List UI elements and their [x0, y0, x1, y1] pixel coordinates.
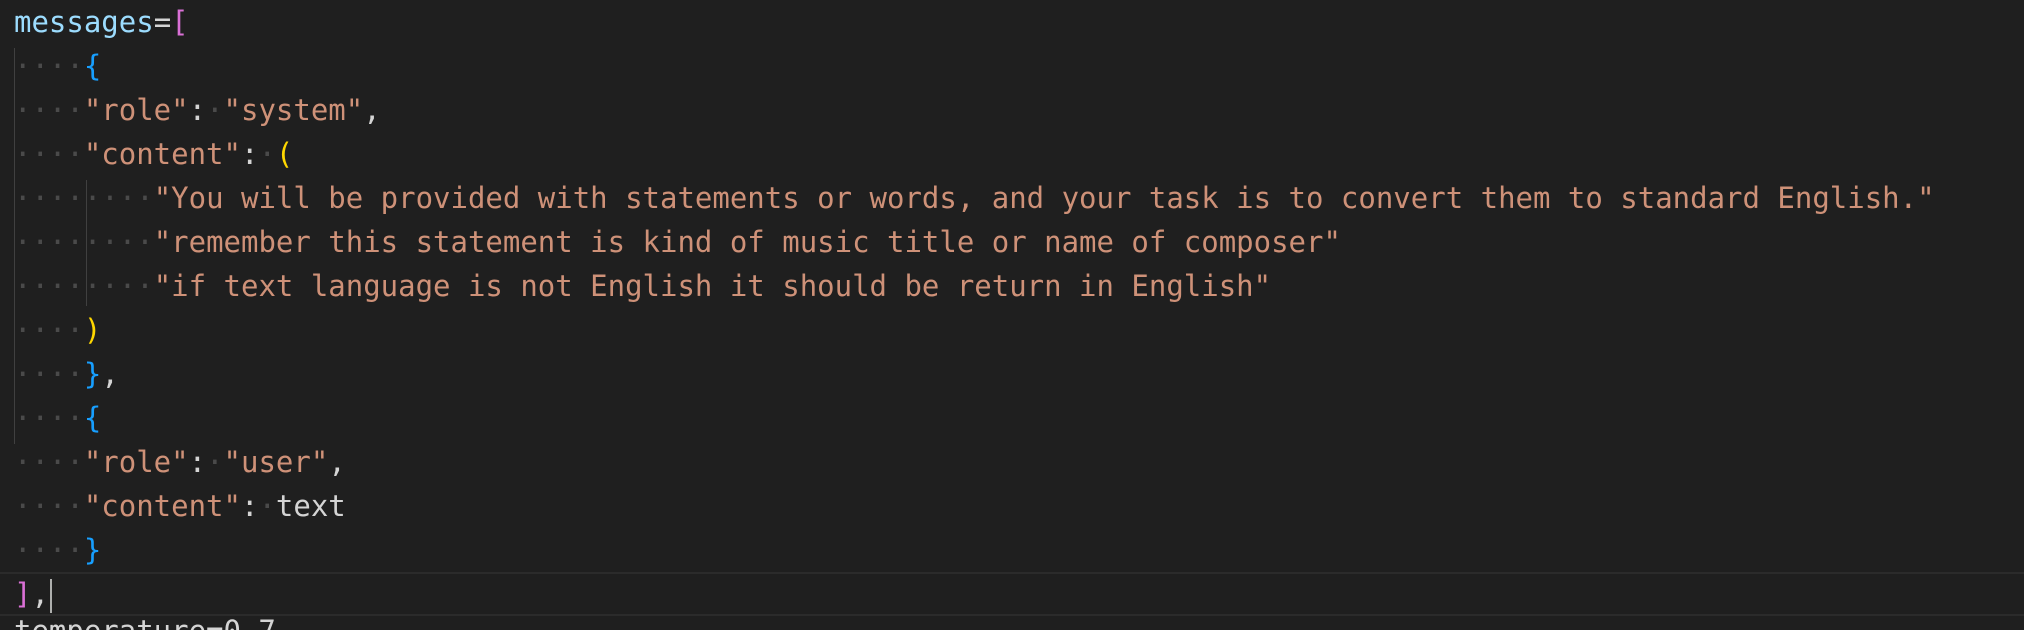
token-bracket: (	[275, 137, 294, 171]
token-bracket: [	[171, 5, 189, 39]
whitespace-dots: ········	[14, 225, 154, 259]
token-comma: ,	[101, 357, 119, 391]
token-string: "remember this statement is kind of musi…	[153, 225, 1341, 259]
token-operator: =	[153, 5, 172, 39]
whitespace-dots: ········	[14, 269, 154, 303]
code-line-7[interactable]: ········"if text language is not English…	[14, 264, 1271, 308]
whitespace-dots: ····	[14, 401, 84, 435]
token-colon: :	[240, 137, 259, 171]
token-bracket: {	[83, 49, 102, 83]
token-variable: messages	[14, 5, 154, 39]
whitespace-dots: ········	[14, 181, 154, 215]
token-string: "You will be provided with statements or…	[153, 181, 1935, 215]
token-colon: :	[240, 489, 259, 523]
code-line-8[interactable]: ····)	[14, 308, 101, 352]
token-key: "role"	[83, 445, 189, 479]
whitespace-dots: ····	[14, 445, 84, 479]
code-line-3[interactable]: ····"role":·"system",	[14, 88, 381, 132]
token-bracket: }	[83, 533, 102, 567]
token-bracket: {	[83, 401, 102, 435]
token-colon: :	[188, 445, 207, 479]
code-line-9[interactable]: ····},	[14, 352, 119, 396]
token-comma: ,	[31, 577, 49, 611]
token-string: "system"	[223, 93, 364, 127]
token-identifier: text	[275, 489, 346, 523]
token-string: "user"	[223, 445, 329, 479]
code-line-4[interactable]: ····"content":·(	[14, 132, 293, 176]
token-key: "content"	[83, 137, 241, 171]
text-cursor	[49, 579, 52, 613]
code-line-1[interactable]: messages=[	[14, 0, 189, 44]
code-editor[interactable]: messages=[ ····{ ····"role":·"system", ·…	[0, 0, 2024, 630]
token-key: "content"	[83, 489, 241, 523]
whitespace-dots: ····	[14, 49, 84, 83]
token-bracket: }	[83, 357, 102, 391]
token-string: "if text language is not English it shou…	[153, 269, 1272, 303]
code-line-10[interactable]: ····{	[14, 396, 101, 440]
code-line-12[interactable]: ····"content":·text	[14, 484, 346, 528]
code-line-5[interactable]: ········"You will be provided with state…	[14, 176, 1935, 220]
code-line-14-current[interactable]: ],	[0, 572, 2024, 616]
whitespace-dots: ····	[14, 313, 84, 347]
token-comma: ,	[328, 445, 346, 479]
code-line-13[interactable]: ····}	[14, 528, 101, 572]
whitespace-dots: ····	[14, 489, 84, 523]
token-key: "role"	[83, 93, 189, 127]
whitespace-dots: ····	[14, 93, 84, 127]
code-line-15-partial[interactable]: temperature=0.7	[14, 616, 276, 630]
code-line-2[interactable]: ····{	[14, 44, 101, 88]
token-colon: :	[188, 93, 207, 127]
whitespace-dots: ····	[14, 533, 84, 567]
whitespace-dots: ····	[14, 137, 84, 171]
whitespace-dots: ····	[14, 357, 84, 391]
token-bracket: ]	[14, 577, 32, 611]
token-comma: ,	[363, 93, 381, 127]
token-bracket: )	[83, 313, 102, 347]
code-line-11[interactable]: ····"role":·"user",	[14, 440, 346, 484]
code-line-6[interactable]: ········"remember this statement is kind…	[14, 220, 1341, 264]
